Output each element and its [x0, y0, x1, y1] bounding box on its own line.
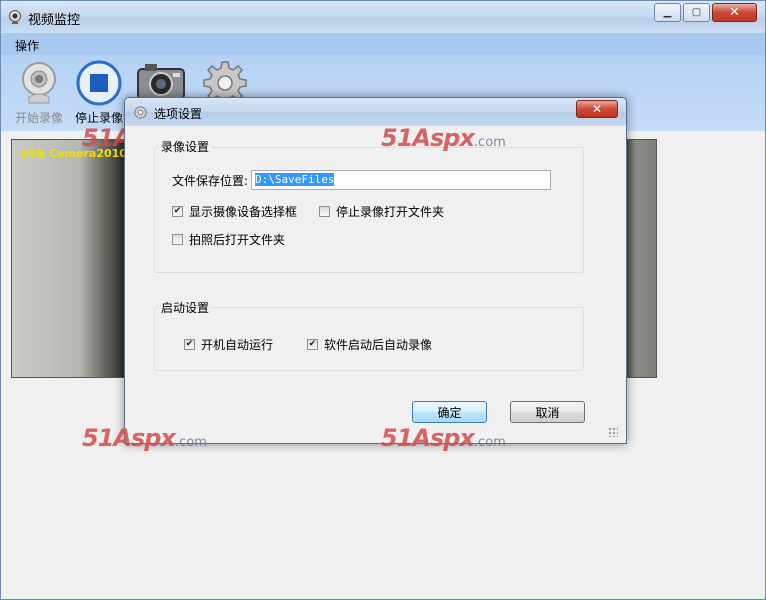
open-folder-after-stop-checkbox[interactable]: 停止录像打开文件夹	[319, 203, 444, 220]
auto-record-on-start-checkbox[interactable]: ✔ 软件启动后自动录像	[307, 336, 432, 353]
menu-operations[interactable]: 操作	[15, 37, 39, 54]
webcam-icon	[22, 62, 56, 104]
dialog-body: 录像设置 文件保存位置: D:\SaveFiles ✔ 显示摄像设备选择框 停止…	[131, 126, 620, 439]
video-preview: USB Camera2010	[11, 139, 127, 378]
cancel-button[interactable]: 取消	[510, 401, 585, 423]
checkbox-box: ✔	[184, 339, 195, 350]
ok-button[interactable]: 确定	[412, 401, 487, 423]
window-controls: ▁ ▢ ✕	[652, 3, 757, 22]
open-folder-after-photo-label: 拍照后打开文件夹	[189, 233, 286, 247]
save-location-input[interactable]: D:\SaveFiles	[251, 170, 551, 190]
dialog-close-button[interactable]: ✕	[576, 100, 618, 118]
webcam-app-icon	[9, 10, 21, 24]
watermark-suffix: .com	[473, 135, 506, 150]
open-folder-after-stop-label: 停止录像打开文件夹	[336, 205, 445, 219]
watermark-brand: 51Aspx	[381, 124, 475, 152]
checkbox-box	[172, 234, 183, 245]
show-device-selector-checkbox[interactable]: ✔ 显示摄像设备选择框	[172, 203, 297, 220]
video-preview-edge	[626, 139, 657, 378]
stop-icon	[76, 60, 122, 106]
minimize-button[interactable]: ▁	[654, 3, 681, 22]
show-device-selector-label: 显示摄像设备选择框	[189, 205, 298, 219]
close-button[interactable]: ✕	[712, 3, 757, 22]
watermark-brand: 51Aspx	[82, 424, 176, 452]
checkbox-box: ✔	[172, 206, 183, 217]
watermark: 51Aspx.com	[82, 424, 207, 452]
checkbox-box: ✔	[307, 339, 318, 350]
save-location-label: 文件保存位置:	[172, 174, 249, 188]
start-recording-label: 开始录像	[14, 111, 63, 125]
close-icon: ✕	[591, 102, 603, 116]
checkbox-box	[319, 206, 330, 217]
auto-run-on-boot-checkbox[interactable]: ✔ 开机自动运行	[184, 336, 273, 353]
dialog-titlebar[interactable]: 选项设置 ✕	[125, 98, 626, 126]
auto-record-on-start-label: 软件启动后自动录像	[324, 338, 433, 352]
options-dialog: 选项设置 ✕ 录像设置 文件保存位置: D:\SaveFiles ✔ 显示摄像设…	[124, 97, 627, 444]
maximize-button[interactable]: ▢	[683, 3, 710, 22]
watermark-suffix: .com	[174, 435, 207, 450]
start-recording-button[interactable]: 开始录像	[9, 59, 69, 126]
dialog-gear-icon	[134, 106, 147, 119]
close-icon: ✕	[729, 5, 740, 20]
watermark: 51Aspx.com	[381, 124, 506, 152]
auto-run-on-boot-label: 开机自动运行	[201, 338, 274, 352]
menubar: 操作	[1, 33, 765, 55]
dialog-title: 选项设置	[154, 107, 203, 121]
save-location-value: D:\SaveFiles	[255, 173, 335, 186]
watermark: 51Aspx.com	[381, 424, 506, 452]
watermark-suffix: .com	[473, 435, 506, 450]
startup-settings-legend: 启动设置	[159, 299, 212, 316]
main-titlebar[interactable]: 视频监控 ▁ ▢ ✕	[1, 1, 765, 33]
record-settings-legend: 录像设置	[159, 138, 212, 155]
maximize-icon: ▢	[691, 7, 702, 18]
window-title: 视频监控	[28, 13, 81, 28]
minimize-icon: ▁	[663, 7, 672, 18]
open-folder-after-photo-checkbox[interactable]: 拍照后打开文件夹	[172, 231, 285, 248]
stop-recording-button[interactable]: 停止录像	[69, 59, 129, 126]
resize-grip[interactable]	[608, 427, 618, 437]
watermark-brand: 51Aspx	[381, 424, 475, 452]
